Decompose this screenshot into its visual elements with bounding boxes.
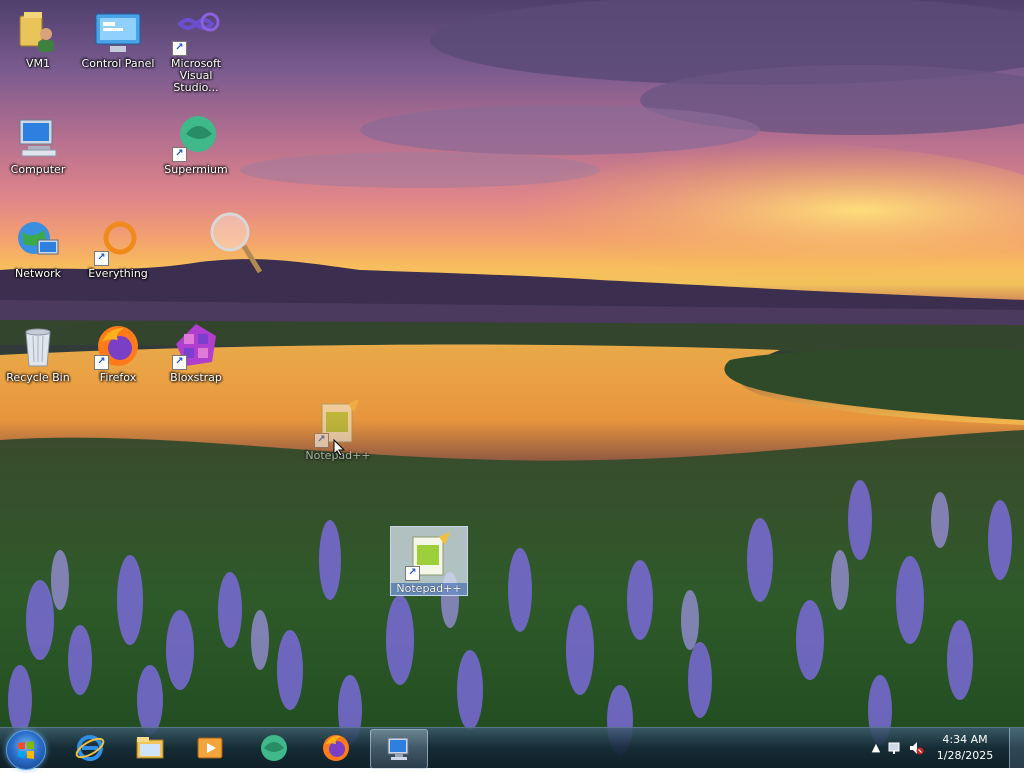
desktop-icon-bloxstrap[interactable]: ↗ Bloxstrap xyxy=(158,316,234,412)
desktop-icon-label: Microsoft Visual Studio... xyxy=(170,57,222,94)
desktop-icon-notepadpp-drag[interactable]: ↗ Notepad++ xyxy=(390,526,468,596)
supermium-icon: ↗ xyxy=(172,114,220,162)
firefox-icon: ↗ xyxy=(94,322,142,370)
windows-explorer-icon xyxy=(136,737,164,759)
show-hidden-icons-chevron-icon[interactable]: ▲ xyxy=(868,740,884,756)
desktop-icon-supermium[interactable]: ↗ Supermium xyxy=(158,108,234,204)
mouse-cursor-icon xyxy=(333,438,346,457)
desktop-icon-label: VM1 xyxy=(25,57,50,70)
desktop-icon-network[interactable]: Network xyxy=(0,212,76,308)
computer-icon xyxy=(14,114,62,162)
desktop-icon-everything[interactable]: ↗ Everything xyxy=(80,212,156,308)
control-panel-icon xyxy=(94,8,142,56)
desktop-icon-vm1[interactable]: VM1 xyxy=(0,2,76,98)
taskbar-internet-explorer[interactable] xyxy=(64,729,116,767)
taskbar-media-player[interactable] xyxy=(184,729,236,767)
desktop-icon-label: Network xyxy=(15,267,61,280)
remote-desktop-icon xyxy=(387,737,409,760)
user-folder-icon xyxy=(14,8,62,56)
shortcut-arrow-icon: ↗ xyxy=(172,355,187,370)
shortcut-arrow-icon: ↗ xyxy=(405,566,420,581)
magnifier-icon xyxy=(208,210,264,276)
notepadpp-icon: ↗ xyxy=(405,531,453,581)
desktop-icon-label: Recycle Bin xyxy=(6,371,70,384)
bloxstrap-icon: ↗ xyxy=(172,322,220,370)
clock-date: 1/28/2025 xyxy=(936,749,994,762)
network-icon xyxy=(14,218,62,266)
media-player-icon xyxy=(197,737,223,759)
shortcut-arrow-icon: ↗ xyxy=(314,433,329,448)
desktop-icon-label: Notepad++ xyxy=(391,583,467,595)
shortcut-arrow-icon: ↗ xyxy=(172,41,187,56)
desktop-icon-label: Supermium xyxy=(164,163,228,176)
desktop-icon-label: Bloxstrap xyxy=(170,371,222,384)
shortcut-arrow-icon: ↗ xyxy=(94,251,109,266)
desktop-icon-label: Computer xyxy=(10,163,66,176)
desktop-icon-firefox[interactable]: ↗ Firefox xyxy=(80,316,156,412)
desktop-icon-label: Firefox xyxy=(99,371,137,384)
supermium-icon xyxy=(261,735,287,761)
desktop-icon-control-panel[interactable]: Control Panel xyxy=(80,2,156,98)
desktop-icon-label: Control Panel xyxy=(81,57,155,70)
desktop-icon-label: Everything xyxy=(88,267,148,280)
shortcut-arrow-icon: ↗ xyxy=(94,355,109,370)
system-tray: ▲ 4:34 AM 1/28/2025 xyxy=(864,728,1024,768)
taskbar-remote-desktop[interactable] xyxy=(370,729,428,769)
firefox-icon xyxy=(323,735,349,761)
taskbar-supermium[interactable] xyxy=(248,729,300,767)
taskbar-firefox[interactable] xyxy=(310,729,362,767)
start-button[interactable] xyxy=(6,730,46,770)
desktop-icon-recycle-bin[interactable]: Recycle Bin xyxy=(0,316,76,412)
visual-studio-icon: ↗ xyxy=(172,8,220,56)
shortcut-arrow-icon: ↗ xyxy=(172,147,187,162)
network-status-icon[interactable] xyxy=(888,740,904,756)
taskbar: ▲ 4:34 AM 1/28/2025 xyxy=(0,727,1024,770)
desktop-icon-computer[interactable]: Computer xyxy=(0,108,76,204)
desktop-icon-visual-studio[interactable]: ↗ Microsoft Visual Studio... xyxy=(158,2,234,98)
recycle-bin-icon xyxy=(14,322,62,370)
taskbar-clock[interactable]: 4:34 AM 1/28/2025 xyxy=(930,732,1000,764)
volume-muted-icon[interactable] xyxy=(908,740,924,756)
show-desktop-button[interactable] xyxy=(1009,728,1024,768)
taskbar-windows-explorer[interactable] xyxy=(124,729,176,767)
clock-time: 4:34 AM xyxy=(942,733,988,746)
windows-logo-icon xyxy=(18,741,34,759)
everything-search-icon: ↗ xyxy=(94,218,142,266)
internet-explorer-icon xyxy=(75,735,105,761)
